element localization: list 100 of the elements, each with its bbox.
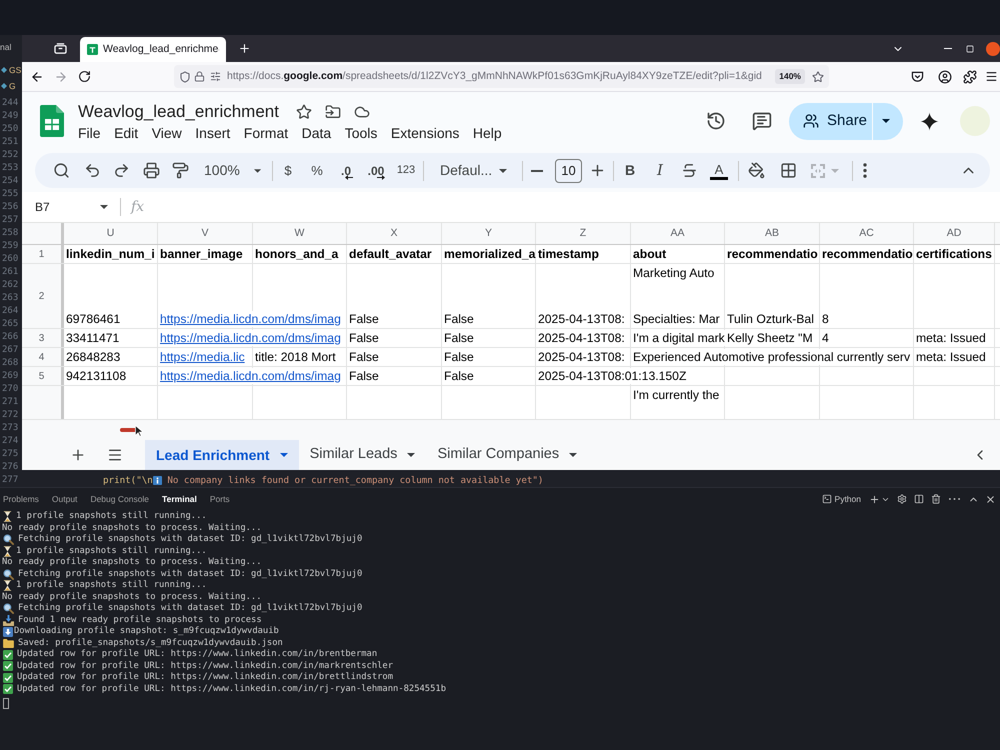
minimize-icon[interactable] (944, 48, 952, 50)
shell-label[interactable]: Python (834, 492, 861, 506)
menu-item[interactable]: Data (302, 122, 332, 144)
merge-icon (810, 162, 826, 178)
file-tab-label[interactable]: nal (0, 40, 12, 54)
browser-tab[interactable]: Weavlog_lead_enrichme (80, 37, 226, 62)
terminal-line: Updated row for profile URL: https://www.linkedin.com/in/brettlindstrom (17, 672, 394, 684)
new-tab-icon[interactable] (238, 42, 251, 55)
magnifier-icon (3, 603, 14, 614)
tab-list-icon[interactable] (54, 43, 67, 54)
comment-icon[interactable] (752, 111, 772, 131)
inbox-tray-icon (3, 614, 14, 626)
hourglass-icon (3, 546, 12, 557)
file-tab-label[interactable]: GS (9, 64, 22, 76)
number-format-button[interactable]: 123 (392, 156, 420, 184)
column-header[interactable]: U (64, 223, 158, 244)
share-button[interactable]: Share (789, 102, 872, 140)
back-icon[interactable] (30, 70, 44, 84)
cell-link[interactable]: https://media.licdn.com/dms/imag (160, 368, 341, 384)
close-icon[interactable] (985, 494, 996, 504)
split-icon[interactable] (914, 494, 924, 504)
row-header[interactable]: 4 (22, 348, 64, 366)
caret-icon (882, 119, 890, 123)
settings-icon[interactable] (897, 494, 907, 504)
zoom-level-button[interactable]: 140% (775, 69, 805, 84)
close-window-icon[interactable] (986, 42, 1000, 56)
line-number: 274 (1, 434, 20, 448)
currency-button[interactable]: $ (274, 156, 302, 184)
zoom-dropdown[interactable]: 100% (199, 156, 261, 184)
folder-icon (3, 638, 14, 648)
column-header[interactable]: AB (725, 223, 820, 244)
star-icon[interactable] (296, 104, 312, 120)
menu-item[interactable]: Insert (195, 122, 230, 144)
cell-link[interactable]: https://media.licdn.com/dms/imag (160, 311, 341, 327)
row-header[interactable]: 5 (22, 367, 64, 385)
column-header[interactable]: AA (631, 223, 725, 244)
column-header[interactable]: V (158, 223, 253, 244)
panel-tab[interactable]: Problems (3, 491, 39, 507)
panel-tab[interactable]: Terminal (162, 491, 197, 507)
increase-decimal-button[interactable]: .00 (362, 156, 390, 184)
caret-icon (254, 168, 261, 172)
font-size-field[interactable]: 10 (555, 158, 582, 182)
row-header[interactable]: 2 (22, 264, 64, 328)
text-color-button[interactable]: A (705, 156, 733, 184)
cell-link[interactable]: https://media.licdn.com/dms/imag (160, 330, 341, 346)
trash-icon[interactable] (931, 494, 941, 504)
lock-icon[interactable] (194, 71, 205, 82)
column-header[interactable]: AC (820, 223, 914, 244)
cloud-icon[interactable] (354, 104, 370, 120)
panel-tab[interactable]: Output (52, 491, 78, 507)
line-number: 269 (1, 370, 20, 383)
caret-icon (280, 453, 288, 457)
history-icon[interactable] (706, 111, 726, 131)
file-tab-label[interactable]: G (9, 80, 16, 92)
row-header[interactable]: 3 (22, 329, 64, 347)
sparkle-icon[interactable] (920, 112, 939, 130)
extensions-icon[interactable] (963, 70, 977, 84)
plus-icon (70, 447, 86, 463)
url-field[interactable]: https://docs.google.com/spreadsheets/d/1l2ZVcY3_gMmNhNAWkPf01s63GmKjRuAyl84XY9zeTZE/edit?pli=1&gid 140% (174, 65, 829, 88)
panel-tab[interactable]: Debug Console (90, 491, 150, 507)
menu-item[interactable]: Extensions (390, 122, 460, 144)
shield-icon[interactable] (179, 70, 191, 82)
row-header[interactable]: 1 (22, 245, 64, 263)
menu-item[interactable]: View (152, 122, 182, 144)
menu-item[interactable]: Edit (114, 122, 138, 144)
sheet-tab[interactable]: Similar Companies (426, 440, 588, 470)
menu-item[interactable]: Help (472, 122, 502, 144)
sliders-icon[interactable] (210, 71, 221, 82)
document-title[interactable]: Weavlog_lead_enrichment (78, 99, 279, 125)
menu-icon[interactable] (985, 70, 998, 83)
hourglass-icon (3, 511, 12, 522)
cell-link[interactable]: https://media.lic (160, 349, 245, 365)
column-header[interactable]: X (347, 223, 442, 244)
terminal-icon (822, 494, 832, 504)
bookmark-star-icon[interactable] (812, 70, 824, 82)
panel-tab[interactable]: Ports (210, 491, 230, 507)
move-folder-icon[interactable] (324, 104, 341, 120)
column-header[interactable]: Z (536, 223, 631, 244)
account-icon[interactable] (938, 70, 952, 84)
mouse-pointer-icon (135, 425, 143, 437)
sheet-tab[interactable]: Lead Enrichment (145, 440, 299, 470)
column-header[interactable]: W (253, 223, 347, 244)
decrease-decimal-button[interactable]: .0 (332, 156, 360, 184)
column-header[interactable]: Y (442, 223, 536, 244)
reload-icon[interactable] (78, 70, 91, 83)
cell-text: honors_and_a (255, 246, 338, 262)
bold-button[interactable]: B (616, 156, 644, 184)
maximize-icon[interactable] (966, 44, 974, 52)
add-terminal-icon[interactable] (869, 494, 880, 504)
italic-button[interactable]: I (646, 156, 674, 184)
chevron-shield-icon[interactable] (911, 70, 924, 82)
column-header[interactable]: AD (914, 223, 995, 244)
menu-item[interactable]: Tools (344, 122, 378, 144)
font-dropdown[interactable]: Defaul... (433, 156, 515, 184)
percent-button[interactable]: % (303, 156, 331, 184)
sheet-tab[interactable]: Similar Leads (298, 440, 426, 470)
name-box-field[interactable]: B7 (30, 195, 120, 219)
line-number: 261 (1, 266, 20, 279)
menu-item[interactable]: Format (244, 122, 288, 144)
menu-item[interactable]: File (78, 122, 101, 144)
